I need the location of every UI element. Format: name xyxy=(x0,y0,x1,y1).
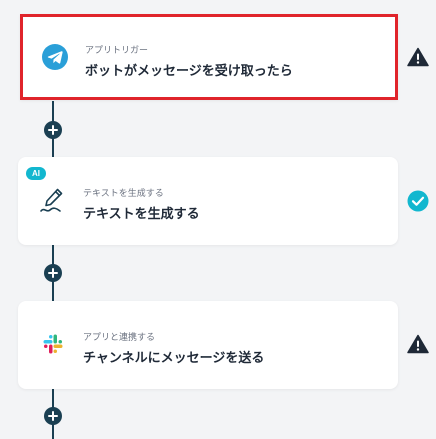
flow-canvas: アプリトリガー ボットがメッセージを受け取ったら テキストを生成する テキストを… xyxy=(0,0,436,439)
plus-icon xyxy=(48,125,58,135)
plus-icon xyxy=(48,268,58,278)
pen-icon xyxy=(38,185,68,215)
step-card-trigger[interactable]: アプリトリガー ボットがメッセージを受け取ったら xyxy=(20,14,398,100)
step-subtitle: アプリと連携する xyxy=(83,333,156,343)
step-title: チャンネルにメッセージを送る xyxy=(83,351,265,366)
add-step-button[interactable] xyxy=(44,264,62,282)
step-title: テキストを生成する xyxy=(83,207,200,222)
check-icon xyxy=(406,189,430,213)
warning-icon xyxy=(406,45,430,69)
step-subtitle: テキストを生成する xyxy=(83,189,164,199)
step-card-ai[interactable]: テキストを生成する テキストを生成する xyxy=(18,157,398,245)
slack-icon xyxy=(38,329,68,359)
step-title: ボットがメッセージを受け取ったら xyxy=(85,64,293,79)
step-card-slack[interactable]: アプリと連携する チャンネルにメッセージを送る xyxy=(18,301,398,389)
plus-icon xyxy=(48,411,58,421)
ai-badge: AI xyxy=(26,167,46,180)
warning-icon xyxy=(406,332,430,356)
add-step-button[interactable] xyxy=(44,121,62,139)
telegram-icon xyxy=(40,42,70,72)
add-step-button[interactable] xyxy=(44,407,62,425)
step-subtitle: アプリトリガー xyxy=(85,46,149,56)
